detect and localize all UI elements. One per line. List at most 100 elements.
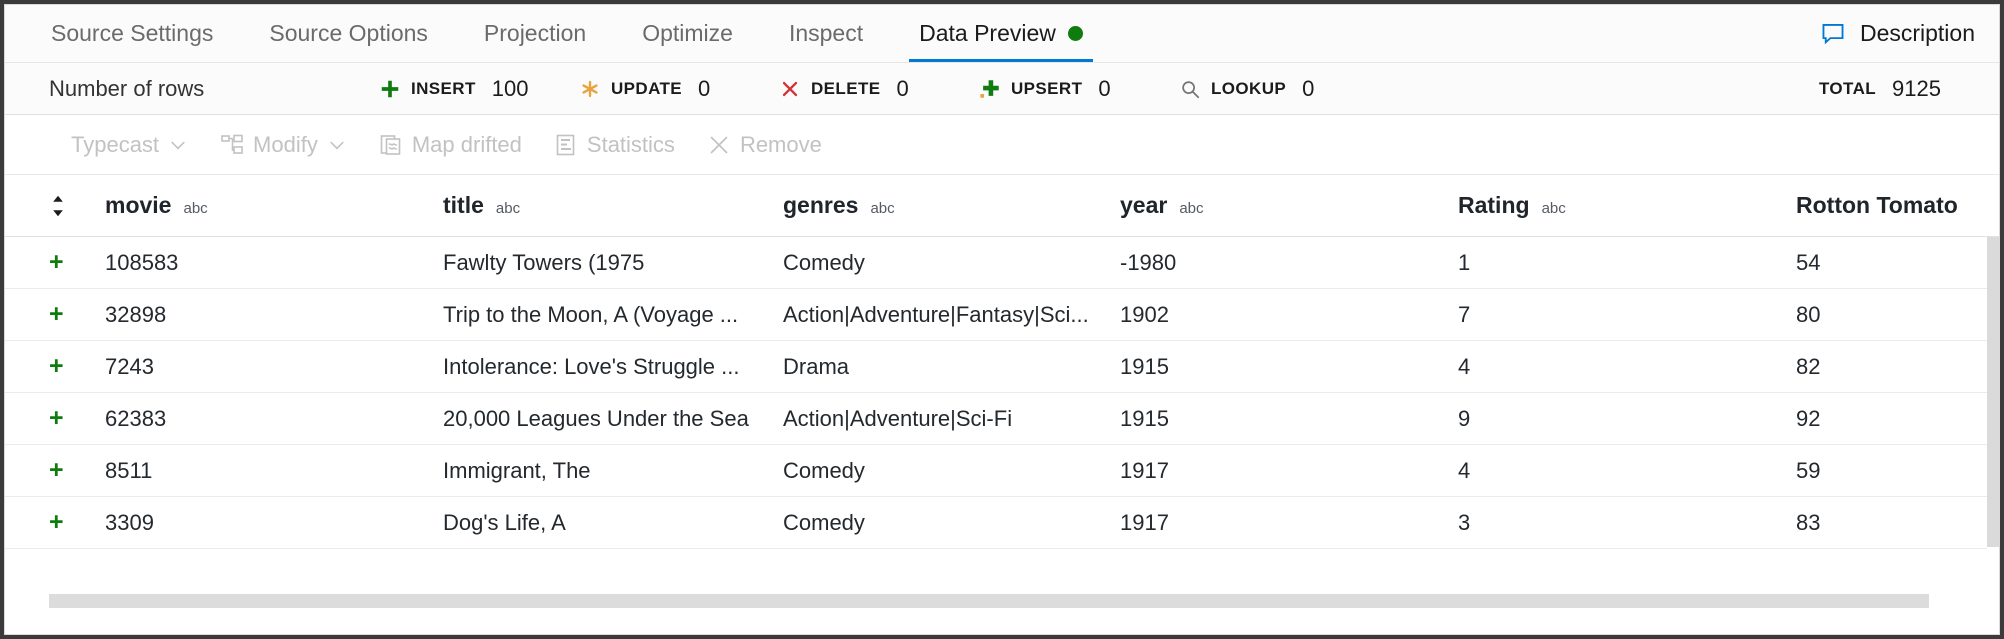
column-header-rotton-tomato[interactable]: Rotton Tomato — [1796, 192, 1999, 219]
column-type: abc — [496, 200, 520, 217]
cell-rating: 1 — [1458, 250, 1796, 276]
tab-inspect[interactable]: Inspect — [761, 5, 891, 62]
column-header-rating[interactable]: Rating abc — [1458, 192, 1796, 219]
table-row[interactable]: + 32898 Trip to the Moon, A (Voyage ... … — [5, 289, 1999, 341]
stats-title: Number of rows — [49, 76, 379, 102]
cell-title: Intolerance: Love's Struggle ... — [443, 354, 783, 380]
column-name: Rotton Tomato — [1796, 192, 1958, 219]
asterisk-icon — [579, 78, 601, 100]
table-row[interactable]: + 3309 Dog's Life, A Comedy 1917 3 83 — [5, 497, 1999, 549]
stat-label: LOOKUP — [1211, 79, 1286, 99]
stat-value: 9125 — [1892, 76, 1941, 102]
column-header-movie[interactable]: movie abc — [105, 192, 443, 219]
stat-total: TOTAL 9125 — [1819, 76, 1941, 102]
stat-label: UPDATE — [611, 79, 682, 99]
stat-value: 0 — [896, 76, 908, 102]
cell-year: 1902 — [1120, 302, 1458, 328]
tab-label: Source Options — [269, 20, 428, 47]
tab-label: Inspect — [789, 20, 863, 47]
cell-movie: 108583 — [105, 250, 443, 276]
description-button[interactable]: Description — [1808, 5, 1999, 62]
grid-vertical-scrollbar-thumb[interactable] — [1987, 237, 1999, 547]
row-insert-marker-icon: + — [49, 510, 105, 535]
chevron-down-icon — [168, 135, 188, 155]
tab-source-settings[interactable]: Source Settings — [23, 5, 241, 62]
tab-strip-spacer — [1111, 5, 1808, 62]
cell-year: 1915 — [1120, 354, 1458, 380]
cell-title: Immigrant, The — [443, 458, 783, 484]
cell-movie: 3309 — [105, 510, 443, 536]
map-drifted-button[interactable]: Map drifted — [365, 126, 536, 164]
cell-movie: 8511 — [105, 458, 443, 484]
table-row[interactable]: + 7243 Intolerance: Love's Struggle ... … — [5, 341, 1999, 393]
tab-data-preview[interactable]: Data Preview — [891, 5, 1111, 62]
modify-icon — [220, 133, 244, 157]
data-grid: movie abc title abc genres abc year abc … — [5, 175, 1999, 634]
remove-icon — [707, 133, 731, 157]
remove-label: Remove — [740, 132, 822, 158]
column-name: year — [1120, 192, 1167, 219]
stat-value: 0 — [1302, 76, 1314, 102]
stat-upsert: UPSERT 0 — [979, 76, 1179, 102]
cell-title: Dog's Life, A — [443, 510, 783, 536]
tab-label: Source Settings — [51, 20, 213, 47]
grid-horizontal-scrollbar-thumb[interactable] — [49, 594, 1929, 608]
data-preview-panel: Source Settings Source Options Projectio… — [4, 4, 2000, 635]
column-header-year[interactable]: year abc — [1120, 192, 1458, 219]
magnifier-icon — [1179, 78, 1201, 100]
cell-genres: Comedy — [783, 510, 1120, 536]
chevron-down-icon — [327, 135, 347, 155]
cell-rotton-tomato: 82 — [1796, 354, 1999, 380]
cell-genres: Drama — [783, 354, 1120, 380]
cell-rating: 3 — [1458, 510, 1796, 536]
row-count-stats-bar: Number of rows INSERT 100 UPDATE 0 — [5, 63, 1999, 115]
cell-title: 20,000 Leagues Under the Sea — [443, 406, 783, 432]
table-row[interactable]: + 8511 Immigrant, The Comedy 1917 4 59 — [5, 445, 1999, 497]
table-row-partial[interactable] — [5, 549, 1999, 578]
map-drifted-icon — [379, 133, 403, 157]
stat-label: UPSERT — [1011, 79, 1082, 99]
cell-genres: Comedy — [783, 250, 1120, 276]
cell-title: Trip to the Moon, A (Voyage ... — [443, 302, 783, 328]
row-insert-marker-icon: + — [49, 354, 105, 379]
column-name: genres — [783, 192, 858, 219]
grid-horizontal-scrollbar[interactable] — [49, 594, 1987, 608]
table-row[interactable]: + 62383 20,000 Leagues Under the Sea Act… — [5, 393, 1999, 445]
cell-rating: 4 — [1458, 458, 1796, 484]
grid-vertical-scrollbar[interactable] — [1987, 237, 1999, 578]
cell-movie: 32898 — [105, 302, 443, 328]
cell-rating: 7 — [1458, 302, 1796, 328]
cell-genres: Action|Adventure|Sci-Fi — [783, 406, 1120, 432]
row-insert-marker-icon: + — [49, 458, 105, 483]
tab-strip: Source Settings Source Options Projectio… — [5, 5, 1999, 63]
stat-value: 0 — [1098, 76, 1110, 102]
typecast-button[interactable]: Typecast — [57, 126, 202, 164]
stat-update: UPDATE 0 — [579, 76, 779, 102]
column-header-title[interactable]: title abc — [443, 192, 783, 219]
cell-movie: 7243 — [105, 354, 443, 380]
column-type: abc — [1542, 200, 1566, 217]
map-drifted-label: Map drifted — [412, 132, 522, 158]
stat-insert: INSERT 100 — [379, 76, 579, 102]
cell-year: -1980 — [1120, 250, 1458, 276]
description-label: Description — [1860, 20, 1975, 47]
sort-toggle[interactable] — [49, 194, 105, 218]
column-name: movie — [105, 192, 171, 219]
stat-lookup: LOOKUP 0 — [1179, 76, 1379, 102]
remove-button[interactable]: Remove — [693, 126, 836, 164]
row-insert-marker-icon: + — [49, 406, 105, 431]
column-header-genres[interactable]: genres abc — [783, 192, 1120, 219]
tab-source-options[interactable]: Source Options — [241, 5, 456, 62]
cell-title: Fawlty Towers (1975 — [443, 250, 783, 276]
cell-rotton-tomato: 92 — [1796, 406, 1999, 432]
modify-button[interactable]: Modify — [206, 126, 361, 164]
plus-icon — [379, 78, 401, 100]
column-name: Rating — [1458, 192, 1530, 219]
table-row[interactable]: + 108583 Fawlty Towers (1975 Comedy -198… — [5, 237, 1999, 289]
cell-rotton-tomato: 83 — [1796, 510, 1999, 536]
statistics-button[interactable]: Statistics — [540, 126, 689, 164]
grid-action-toolbar: Typecast Modify — [5, 115, 1999, 175]
tab-optimize[interactable]: Optimize — [614, 5, 761, 62]
stat-label: TOTAL — [1819, 79, 1876, 99]
tab-projection[interactable]: Projection — [456, 5, 614, 62]
